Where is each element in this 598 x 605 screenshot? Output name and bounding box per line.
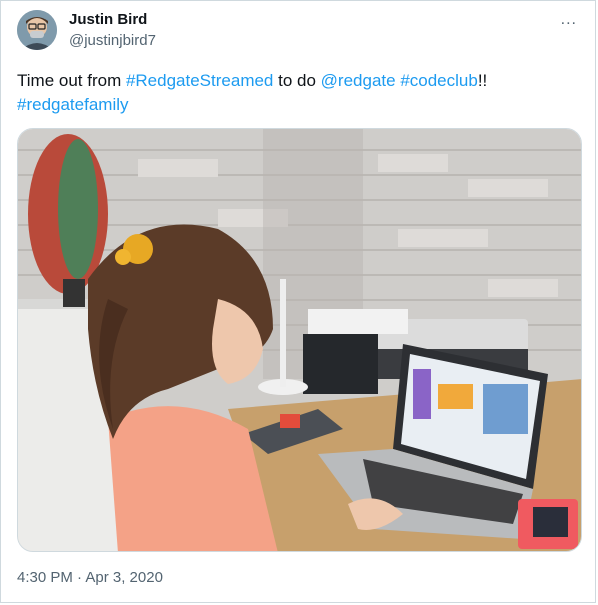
tweet-text-part: !! — [477, 71, 488, 90]
tweet-timestamp[interactable]: 4:30 PM · Apr 3, 2020 — [17, 569, 163, 586]
hashtag-link[interactable]: #RedgateStreamed — [126, 71, 273, 90]
avatar[interactable] — [17, 10, 57, 50]
user-handle[interactable]: @justinjbird7 — [69, 32, 156, 49]
avatar-image — [17, 10, 57, 50]
tweet-card: Justin Bird @justinjbird7 ... Time out f… — [0, 0, 596, 603]
more-options-icon[interactable]: ... — [561, 11, 577, 29]
tweet-text-part: to do — [273, 71, 321, 90]
tweet-text-part: Time out from — [17, 71, 126, 90]
tweet-text: Time out from #RedgateStreamed to do @re… — [17, 69, 577, 117]
tweet-photo[interactable] — [17, 128, 582, 552]
hashtag-link[interactable]: #codeclub — [400, 71, 478, 90]
display-name[interactable]: Justin Bird — [69, 11, 147, 28]
hashtag-link[interactable]: #redgatefamily — [17, 95, 129, 114]
mention-link[interactable]: @redgate — [321, 71, 396, 90]
photo-icon — [18, 129, 581, 551]
